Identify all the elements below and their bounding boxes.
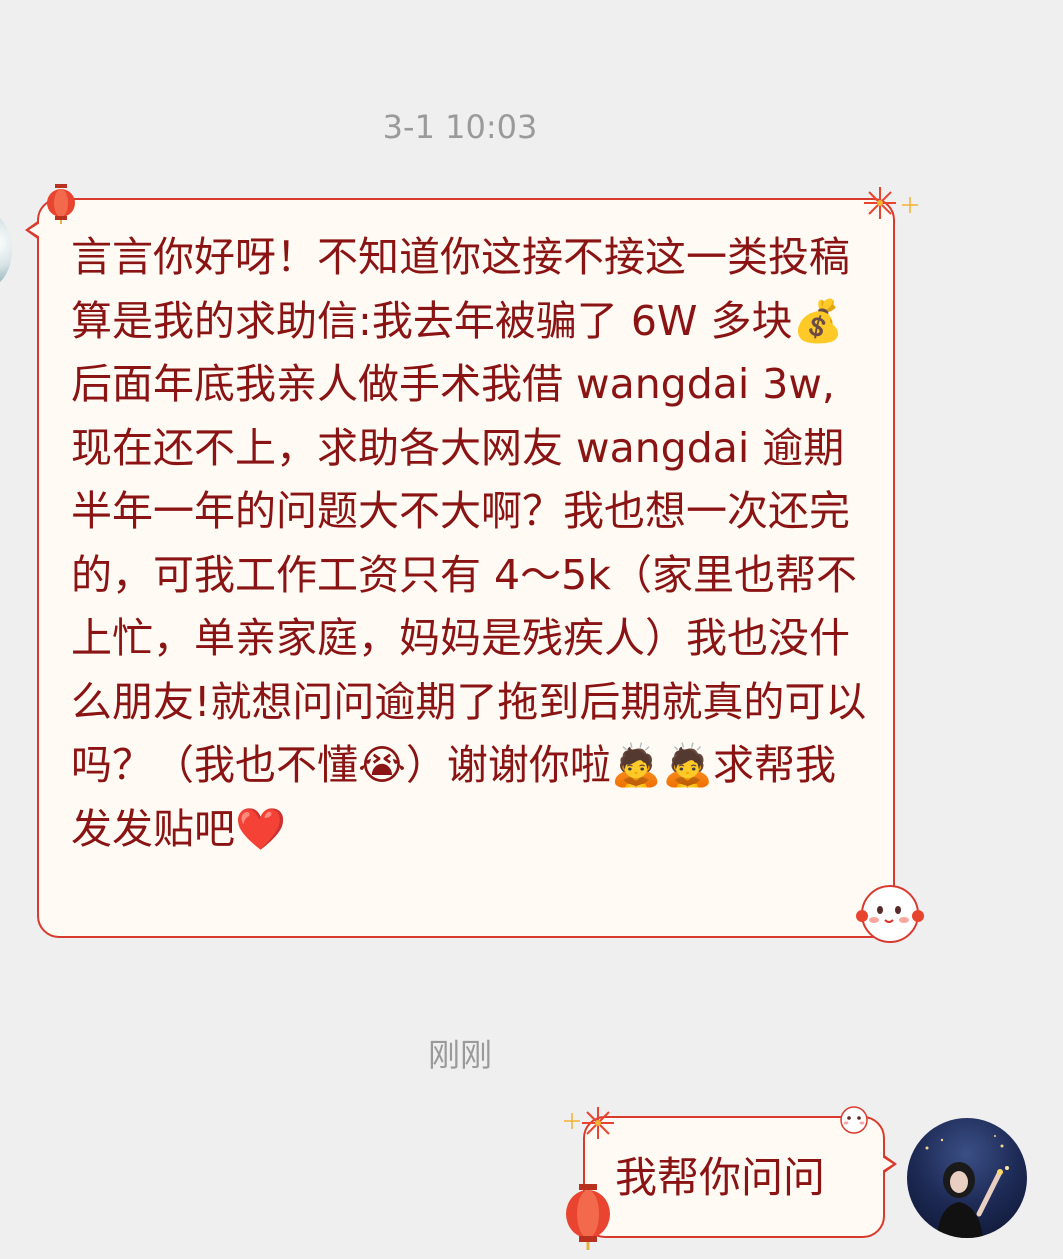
mascot-icon (840, 1106, 868, 1134)
lantern-icon (47, 184, 75, 224)
user-avatar[interactable] (907, 1118, 1027, 1238)
incoming-message-text: 言言你好呀！不知道你这接不接这一类投稿算是我的求助信:我去年被骗了 6W 多块💰… (71, 233, 867, 853)
mascot-icon (856, 885, 924, 943)
avatar-photo (925, 1135, 1009, 1238)
lantern-icon (566, 1184, 610, 1250)
timestamp-2: 刚刚 (427, 1036, 492, 1074)
timestamp-1: 3-1 10:03 (382, 108, 538, 146)
incoming-avatar[interactable] (0, 212, 12, 288)
incoming-message-bubble[interactable]: 言言你好呀！不知道你这接不接这一类投稿算是我的求助信:我去年被骗了 6W 多块💰… (25, 198, 895, 938)
firework-icon (564, 1107, 614, 1139)
outgoing-message-text: 我帮你问问 (615, 1153, 826, 1202)
firework-icon (864, 187, 918, 219)
